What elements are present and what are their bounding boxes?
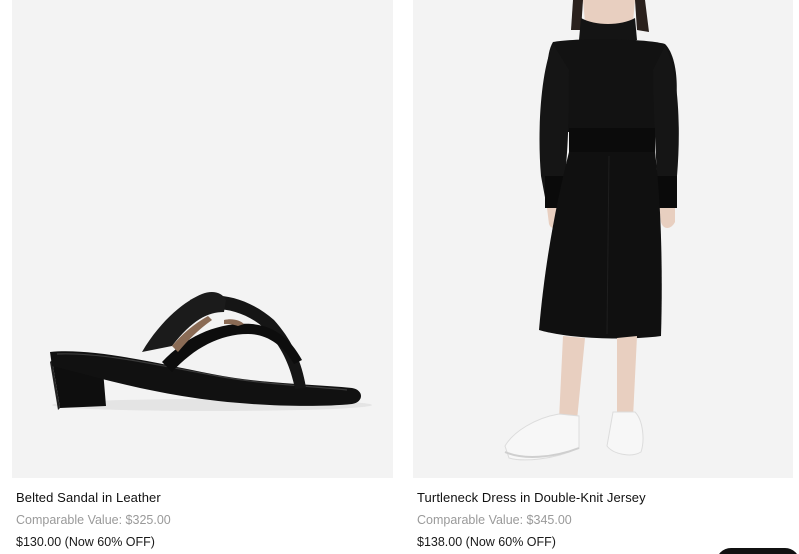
product-image-dress[interactable]	[413, 0, 793, 478]
product-card-sandal[interactable]: Belted Sandal in Leather Comparable Valu…	[12, 0, 393, 550]
comparable-value: Comparable Value: $345.00	[417, 513, 572, 527]
dress-model-image	[504, 0, 679, 461]
product-grid: Belted Sandal in Leather Comparable Valu…	[0, 0, 799, 554]
product-card-dress[interactable]: Turtleneck Dress in Double-Knit Jersey C…	[413, 0, 793, 550]
product-info-sandal: Belted Sandal in Leather Comparable Valu…	[12, 478, 393, 550]
sandal-image	[50, 292, 372, 411]
chat-launcher-button[interactable]	[716, 548, 799, 554]
sale-price: $130.00 (Now 60% OFF)	[16, 535, 155, 549]
product-image-sandal[interactable]	[12, 0, 393, 478]
product-name[interactable]: Turtleneck Dress in Double-Knit Jersey	[417, 490, 789, 506]
product-info-dress: Turtleneck Dress in Double-Knit Jersey C…	[413, 478, 793, 550]
product-name[interactable]: Belted Sandal in Leather	[16, 490, 389, 506]
comparable-value: Comparable Value: $325.00	[16, 513, 171, 527]
